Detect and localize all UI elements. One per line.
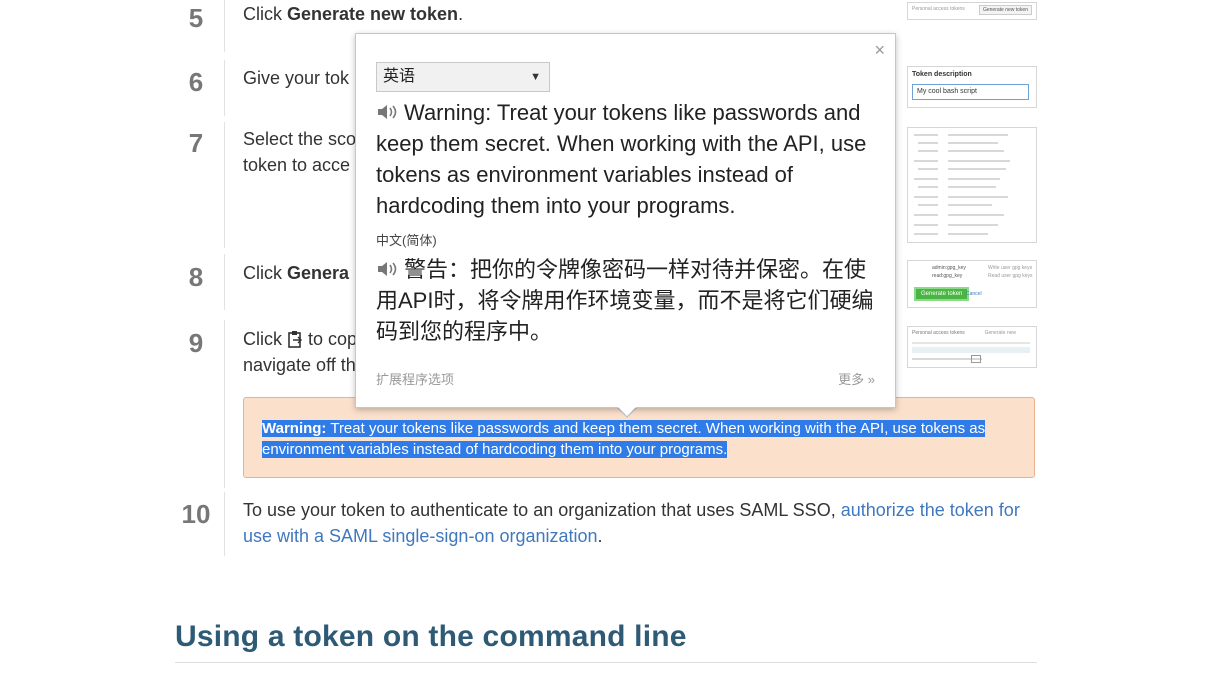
step-divider: [224, 254, 225, 310]
source-language-select[interactable]: 英语 ▼: [376, 62, 550, 92]
thumb-scope: read:gpg_key: [932, 273, 963, 279]
warning-callout: Warning: Treat your tokens like password…: [243, 397, 1035, 478]
step-text: Click to cop navigate off th: [243, 326, 357, 378]
step-text-line: navigate off th: [243, 355, 356, 375]
step-text-bold: Genera: [287, 263, 350, 283]
step-text: Select the sco token to acce: [243, 126, 356, 178]
thumb-cancel: Cancel: [966, 291, 982, 297]
step-text-pre: Give your tok: [243, 68, 350, 88]
thumb-scope: admin:gpg_key: [932, 265, 966, 271]
step-number: 5: [188, 3, 204, 33]
warning-line: Treat your tokens like passwords and kee…: [326, 420, 986, 437]
popup-pointer-inner: [617, 406, 637, 416]
step-5-screenshot: Personal access tokens Generate new toke…: [907, 2, 1037, 20]
thumb-action: Generate new: [984, 330, 1016, 336]
step-text-post: .: [458, 4, 464, 24]
step-divider: [224, 0, 225, 52]
step-divider: [224, 492, 225, 556]
section-title: Using a token on the command line: [175, 620, 687, 653]
step-text-line: token to acce: [243, 155, 351, 175]
step-text-pre: Click: [243, 263, 287, 283]
step-6-screenshot: Token description My cool bash script: [907, 66, 1037, 108]
thumb-button: Generate new token: [978, 5, 1032, 15]
step-text-line: Click to cop: [243, 326, 357, 352]
thumb-title: Token description: [912, 71, 972, 78]
step-text-bold: Generate new token: [287, 4, 459, 24]
thumb-input-value: My cool bash script: [917, 88, 977, 95]
step-divider: [224, 122, 225, 248]
step-8-screenshot: admin:gpg_key Write user gpg keys read:g…: [907, 260, 1037, 308]
target-language-label: 中文(简体): [376, 233, 437, 248]
selected-text[interactable]: Warning: Treat your tokens like password…: [262, 420, 986, 458]
extension-options-link[interactable]: 扩展程序选项: [376, 369, 454, 388]
speaker-icon[interactable]: [376, 255, 398, 276]
step-text-pre: Click: [243, 4, 287, 24]
step-divider: [224, 60, 225, 116]
thumb-generate-button: Generate token: [914, 287, 970, 301]
thumb-input: My cool bash script: [912, 84, 1029, 100]
step-number: 6: [188, 67, 204, 97]
step-text-pre: To use your token to authenticate to an …: [243, 500, 841, 520]
step-text: Click Genera: [243, 260, 349, 286]
step-divider: [224, 320, 225, 488]
step-number: 10: [181, 499, 211, 529]
step-number: 9: [188, 328, 204, 358]
translated-text: 警告：把你的令牌像密码一样对待并保密。在使用API时，将令牌用作环境变量，而不是…: [376, 254, 881, 347]
step-text: To use your token to authenticate to an …: [243, 497, 1033, 549]
step-text-post: to cop: [303, 329, 358, 349]
heading-divider: [175, 662, 1037, 663]
source-language-value: 英语: [383, 68, 416, 85]
thumb-label: Personal access tokens: [912, 6, 965, 12]
more-link[interactable]: 更多 »: [838, 369, 875, 388]
thumb-title: Personal access tokens: [912, 330, 965, 336]
step-text-post: .: [597, 526, 603, 546]
step-number: 7: [188, 128, 204, 158]
speaker-icon[interactable]: [376, 98, 398, 119]
step-9-screenshot: Personal access tokens Generate new: [907, 326, 1037, 368]
warning-line: environment variables instead of hardcod…: [262, 441, 728, 458]
step-7-screenshot: [907, 127, 1037, 243]
chevron-down-icon: ▼: [530, 71, 541, 83]
thumb-scope-desc: Read user gpg keys: [988, 273, 1033, 279]
step-10: 10 To use your token to authenticate to …: [175, 492, 1037, 556]
translated-text-content: 警告：把你的令牌像密码一样对待并保密。在使用API时，将令牌用作环境变量，而不是…: [376, 257, 874, 344]
step-text-pre: Click: [243, 329, 287, 349]
source-text-content: Warning: Treat your tokens like password…: [376, 100, 867, 218]
step-number: 8: [188, 262, 204, 292]
thumb-scope-desc: Write user gpg keys: [988, 265, 1033, 271]
translate-popup: × 英语 ▼ Warning: Treat your tokens like p…: [355, 33, 896, 408]
step-text: Click Generate new token.: [243, 1, 463, 27]
clipboard-icon[interactable]: [287, 329, 303, 348]
step-text: Give your tok: [243, 65, 349, 91]
source-text: Warning: Treat your tokens like password…: [376, 97, 881, 221]
close-icon[interactable]: ×: [874, 40, 885, 61]
step-text-line: Select the sco: [243, 129, 357, 149]
warning-label: Warning:: [262, 420, 327, 437]
